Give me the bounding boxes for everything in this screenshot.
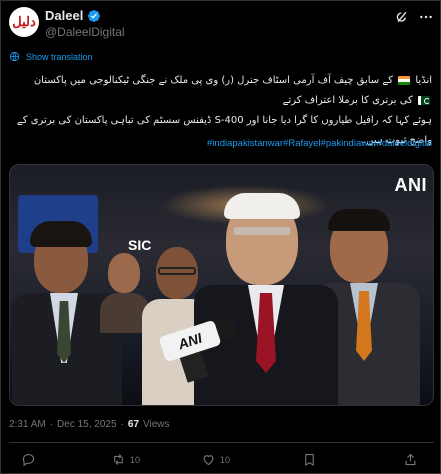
ani-watermark: ANI (394, 175, 427, 195)
tweet-time[interactable]: 2:31 AM (9, 419, 46, 430)
like-button[interactable]: 10 (201, 452, 230, 467)
india-flag-icon (398, 75, 411, 85)
hashtags[interactable]: #indiapakistanwar#Rafayel#pakindiawar#da… (13, 138, 432, 149)
video-media[interactable]: SIC ANI ANI (9, 164, 434, 406)
tweet-date[interactable]: Dec 15, 2025 (57, 419, 117, 430)
share-button[interactable] (403, 452, 418, 467)
globe-icon (9, 51, 20, 62)
heart-icon (203, 455, 214, 466)
name-row: Daleel (45, 8, 101, 23)
divider (9, 442, 434, 443)
bookmark-button[interactable] (302, 452, 321, 467)
person-center-speaker (194, 193, 338, 405)
retweet-count: 10 (130, 454, 141, 465)
display-name[interactable]: Daleel (45, 8, 83, 23)
share-icon (405, 453, 416, 466)
handle[interactable]: @DaleelDigital (45, 25, 125, 39)
tweet-header: دلیل Daleel @DaleelDigital (9, 7, 434, 43)
tweet-text-segment: کی برتری کا برملا اعتراف کرتے (282, 95, 413, 106)
avatar-logo: دلیل (12, 14, 37, 30)
grok-icon[interactable] (394, 9, 410, 25)
show-translation-label: Show translation (26, 51, 93, 62)
retweet-button[interactable]: 10 (111, 452, 140, 467)
avatar[interactable]: دلیل (9, 7, 39, 37)
tweet-meta: 2:31 AM · Dec 15, 2025 · 67 Views (9, 419, 170, 430)
tweet-text-segment: انڈیا (415, 75, 432, 86)
tweet-card: دلیل Daleel @DaleelDigital Show translat… (0, 0, 441, 474)
more-icon[interactable] (418, 9, 434, 25)
bookmark-icon (305, 453, 314, 467)
mic-label: ANI (176, 329, 204, 353)
meta-separator: · (49, 419, 54, 430)
reply-button[interactable] (21, 452, 40, 467)
retweet-icon (114, 454, 123, 465)
verified-badge-icon (88, 9, 101, 22)
reply-icon (22, 453, 35, 467)
views-count: 67 (127, 419, 140, 430)
show-translation-link[interactable]: Show translation (9, 51, 93, 62)
meta-separator: · (120, 419, 124, 430)
pakistan-flag-icon (418, 95, 430, 105)
like-count: 10 (220, 454, 231, 465)
views-label: Views (143, 419, 170, 430)
tweet-actions: 10 10 (1, 452, 441, 472)
tweet-text-segment: کے سابق چیف آف آرمی اسٹاف جنرل (ر) وی پی… (33, 75, 393, 86)
